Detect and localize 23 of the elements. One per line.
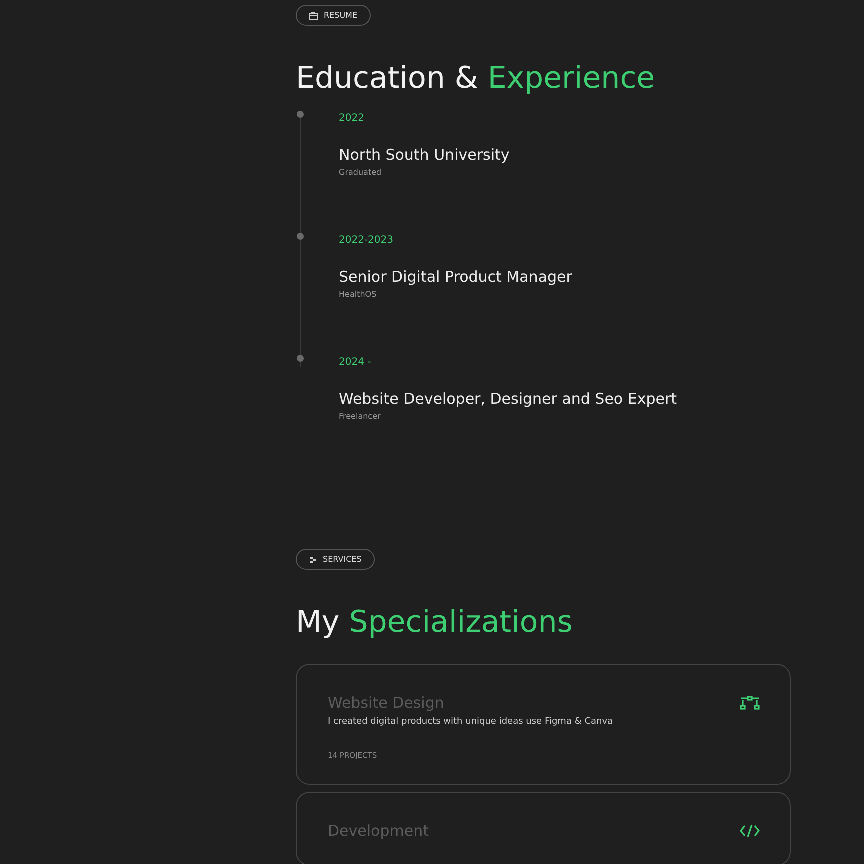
- timeline-title: Website Developer, Designer and Seo Expert: [339, 389, 678, 409]
- timeline-period: 2022: [339, 113, 366, 125]
- card-title: Development: [328, 821, 429, 841]
- section-heading: Education & Experience: [296, 60, 656, 98]
- timeline-title: North South University: [339, 145, 511, 165]
- timeline-period: 2024 -: [339, 357, 372, 369]
- badge-label: SERVICES: [323, 555, 362, 564]
- badge-label: RESUME: [324, 11, 358, 20]
- timeline-period: 2022-2023: [339, 235, 395, 247]
- timeline-dot: [297, 355, 304, 362]
- timeline-dot: [297, 111, 304, 118]
- section-heading: My Specializations: [296, 604, 574, 642]
- code-icon: [740, 824, 760, 838]
- timeline-title: Senior Digital Product Manager: [339, 267, 574, 287]
- briefcase-icon: [309, 12, 318, 20]
- timeline-subtitle: Graduated: [339, 167, 383, 179]
- card-description: I created digital products with unique ideas use Figma & Canva: [328, 717, 614, 727]
- timeline-dot: [297, 233, 304, 240]
- stack-icon: [309, 556, 317, 564]
- timeline-subtitle: Freelancer: [339, 411, 382, 423]
- card-title: Website Design: [328, 693, 444, 713]
- timeline-subtitle: HealthOS: [339, 289, 378, 301]
- nodes-icon: [740, 696, 760, 710]
